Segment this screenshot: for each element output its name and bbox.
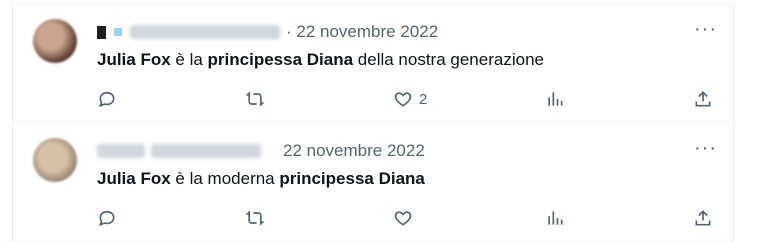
share-button[interactable] xyxy=(693,208,713,228)
user-handle-blurred[interactable] xyxy=(130,25,280,39)
heart-icon xyxy=(394,211,412,226)
like-count: 2 xyxy=(419,90,428,108)
user-name-blurred[interactable] xyxy=(97,25,106,39)
tweet-feed: · 22 novembre 2022 ··· Julia Fox è la pr… xyxy=(0,0,767,242)
like-button[interactable] xyxy=(393,208,419,228)
avatar[interactable] xyxy=(33,138,77,182)
more-icon[interactable]: ··· xyxy=(694,19,717,39)
share-icon xyxy=(695,210,711,226)
views-button[interactable] xyxy=(545,89,565,109)
text-bold-title: principessa Diana xyxy=(279,169,425,188)
text-bold-name: Julia Fox xyxy=(97,50,171,69)
separator-dot: · xyxy=(286,22,297,41)
tweet-date[interactable]: 22 novembre 2022 xyxy=(283,141,425,161)
tweet-card[interactable]: 22 novembre 2022 ··· Julia Fox è la mode… xyxy=(12,124,734,242)
views-icon xyxy=(548,92,563,106)
more-icon[interactable]: ··· xyxy=(694,138,717,158)
user-handle-blurred[interactable] xyxy=(151,144,261,158)
tweet-actions: 2 xyxy=(97,89,721,113)
tweet-date[interactable]: 22 novembre 2022 xyxy=(296,22,438,42)
reply-button[interactable] xyxy=(97,208,117,228)
reply-icon xyxy=(98,91,115,108)
retweet-button[interactable] xyxy=(245,208,265,228)
text-plain: è la xyxy=(170,50,208,69)
views-button[interactable] xyxy=(545,208,565,228)
text-plain-end: della nostra generazione xyxy=(353,50,544,69)
text-plain: è la moderna xyxy=(170,169,280,188)
retweet-icon xyxy=(245,210,265,226)
tweet-text: Julia Fox è la moderna principessa Diana xyxy=(97,168,425,190)
tweet-header: · 22 novembre 2022 xyxy=(97,21,438,43)
retweet-icon xyxy=(245,91,265,107)
tweet-header: 22 novembre 2022 xyxy=(97,140,425,162)
reply-icon xyxy=(98,210,115,227)
like-button[interactable]: 2 xyxy=(393,89,427,109)
share-icon xyxy=(695,91,711,107)
avatar[interactable] xyxy=(33,19,77,63)
heart-icon xyxy=(394,92,412,107)
share-button[interactable] xyxy=(693,89,713,109)
retweet-button[interactable] xyxy=(245,89,265,109)
tweet-text: Julia Fox è la principessa Diana della n… xyxy=(97,49,544,71)
text-bold-name: Julia Fox xyxy=(97,169,171,188)
badge-icon xyxy=(114,28,122,36)
tweet-card[interactable]: · 22 novembre 2022 ··· Julia Fox è la pr… xyxy=(12,4,734,122)
user-name-blurred[interactable] xyxy=(97,144,145,158)
views-icon xyxy=(548,211,563,225)
tweet-actions xyxy=(97,208,721,232)
reply-button[interactable] xyxy=(97,89,117,109)
text-bold-title: principessa Diana xyxy=(207,50,354,69)
